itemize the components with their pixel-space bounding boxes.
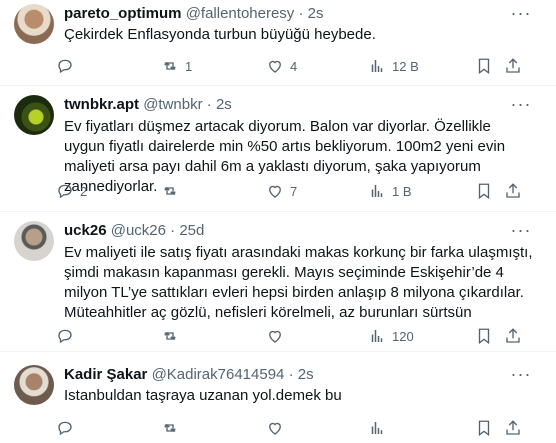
post-text: Çekirdek Enflasyonda turbun büyüğü heybe… [64,26,376,43]
share-icon [506,328,520,343]
display-name[interactable]: uck26 [64,222,107,239]
post[interactable]: pareto_optimum @fallentoheresy · 2s ··· … [0,0,556,86]
timestamp[interactable]: 2s [216,96,232,113]
share-icon [506,183,520,198]
repost-count: 1 [185,58,193,74]
separator-dot: · [206,96,212,113]
reply-count: 2 [80,183,88,199]
avatar-image [14,221,54,261]
avatar-image [14,4,54,44]
like-button[interactable] [266,418,290,438]
repost-button[interactable] [161,418,185,438]
like-icon [269,422,281,435]
repost-icon [164,187,176,195]
user-handle[interactable]: @Kadirak76414594 [152,366,285,383]
like-icon [269,60,281,73]
reply-button[interactable] [56,418,80,438]
repost-icon [164,332,176,340]
post-header: twnbkr.apt @twnbkr · 2s [64,95,506,115]
share-button[interactable] [504,56,522,76]
share-icon [506,58,520,73]
repost-button[interactable] [161,181,185,201]
separator-dot: · [170,222,176,239]
post-header: pareto_optimum @fallentoheresy · 2s [64,4,506,24]
post-text: Ev maliyeti ile satış fiyatı arasındaki … [64,244,537,321]
views-icon [371,60,383,72]
views-icon [371,330,383,342]
repost-button[interactable]: 1 [161,56,192,76]
like-icon [269,185,281,198]
more-options-icon[interactable]: ··· [510,4,532,26]
views-button[interactable]: 12 B [368,56,419,76]
post[interactable]: twnbkr.apt @twnbkr · 2s ··· Ev fiyatları… [0,86,556,212]
reply-icon [58,59,72,74]
repost-button[interactable] [161,326,185,346]
avatar-image [14,365,54,405]
bookmark-button[interactable] [475,56,493,76]
display-name[interactable]: twnbkr.apt [64,96,139,113]
post-header: Kadir Şakar @Kadirak76414594 · 2s [64,365,506,385]
avatar[interactable] [14,4,54,44]
reply-button[interactable]: 2 [56,181,87,201]
timestamp[interactable]: 2s [298,366,314,383]
share-button[interactable] [504,181,522,201]
like-button[interactable]: 4 [266,56,297,76]
bookmark-icon [478,183,490,200]
separator-dot: · [288,366,294,383]
reply-icon [58,329,72,344]
view-count: 12 B [392,58,419,74]
like-count: 4 [290,58,298,74]
action-bar: 120 [56,326,530,346]
bookmark-icon [478,420,490,437]
action-bar: 2 7 1 B [56,181,530,201]
post-text: Istanbuldan taşraya uzanan yol.demek bu [64,387,342,404]
reply-button[interactable] [56,326,80,346]
post[interactable]: uck26 @uck26 · 25d ··· Ev maliyeti ile s… [0,212,556,352]
more-options-icon[interactable]: ··· [510,95,532,117]
avatar-image [14,95,54,135]
share-icon [506,420,520,435]
timeline: pareto_optimum @fallentoheresy · 2s ··· … [0,0,556,443]
display-name[interactable]: pareto_optimum [64,5,182,22]
action-bar [56,418,530,438]
avatar[interactable] [14,95,54,135]
like-count: 7 [290,183,298,199]
timestamp[interactable]: 2s [308,5,324,22]
bookmark-icon [478,328,490,345]
avatar[interactable] [14,365,54,405]
more-options-icon[interactable]: ··· [510,365,532,387]
action-bar: 1 4 12 B [56,56,530,76]
views-button[interactable]: 1 B [368,181,412,201]
repost-icon [164,424,176,432]
views-button[interactable]: 120 [368,326,414,346]
repost-icon [164,62,176,70]
share-button[interactable] [504,418,522,438]
user-handle[interactable]: @fallentoheresy [186,5,295,22]
like-button[interactable] [266,326,290,346]
views-icon [371,185,383,197]
display-name[interactable]: Kadir Şakar [64,366,147,383]
post[interactable]: Kadir Şakar @Kadirak76414594 · 2s ··· Is… [0,352,556,443]
view-count: 1 B [392,183,412,199]
avatar[interactable] [14,221,54,261]
bookmark-icon [478,58,490,75]
separator-dot: · [298,5,304,22]
like-button[interactable]: 7 [266,181,297,201]
bookmark-button[interactable] [475,181,493,201]
share-button[interactable] [504,326,522,346]
post-header: uck26 @uck26 · 25d [64,221,506,241]
view-count: 120 [392,328,414,344]
views-button[interactable] [368,418,392,438]
user-handle[interactable]: @twnbkr [143,96,202,113]
more-options-icon[interactable]: ··· [510,221,532,243]
bookmark-button[interactable] [475,418,493,438]
like-icon [269,330,281,343]
timestamp[interactable]: 25d [179,222,204,239]
views-icon [371,422,383,434]
user-handle[interactable]: @uck26 [111,222,166,239]
reply-icon [58,184,72,199]
reply-icon [58,421,72,436]
bookmark-button[interactable] [475,326,493,346]
reply-button[interactable] [56,56,80,76]
